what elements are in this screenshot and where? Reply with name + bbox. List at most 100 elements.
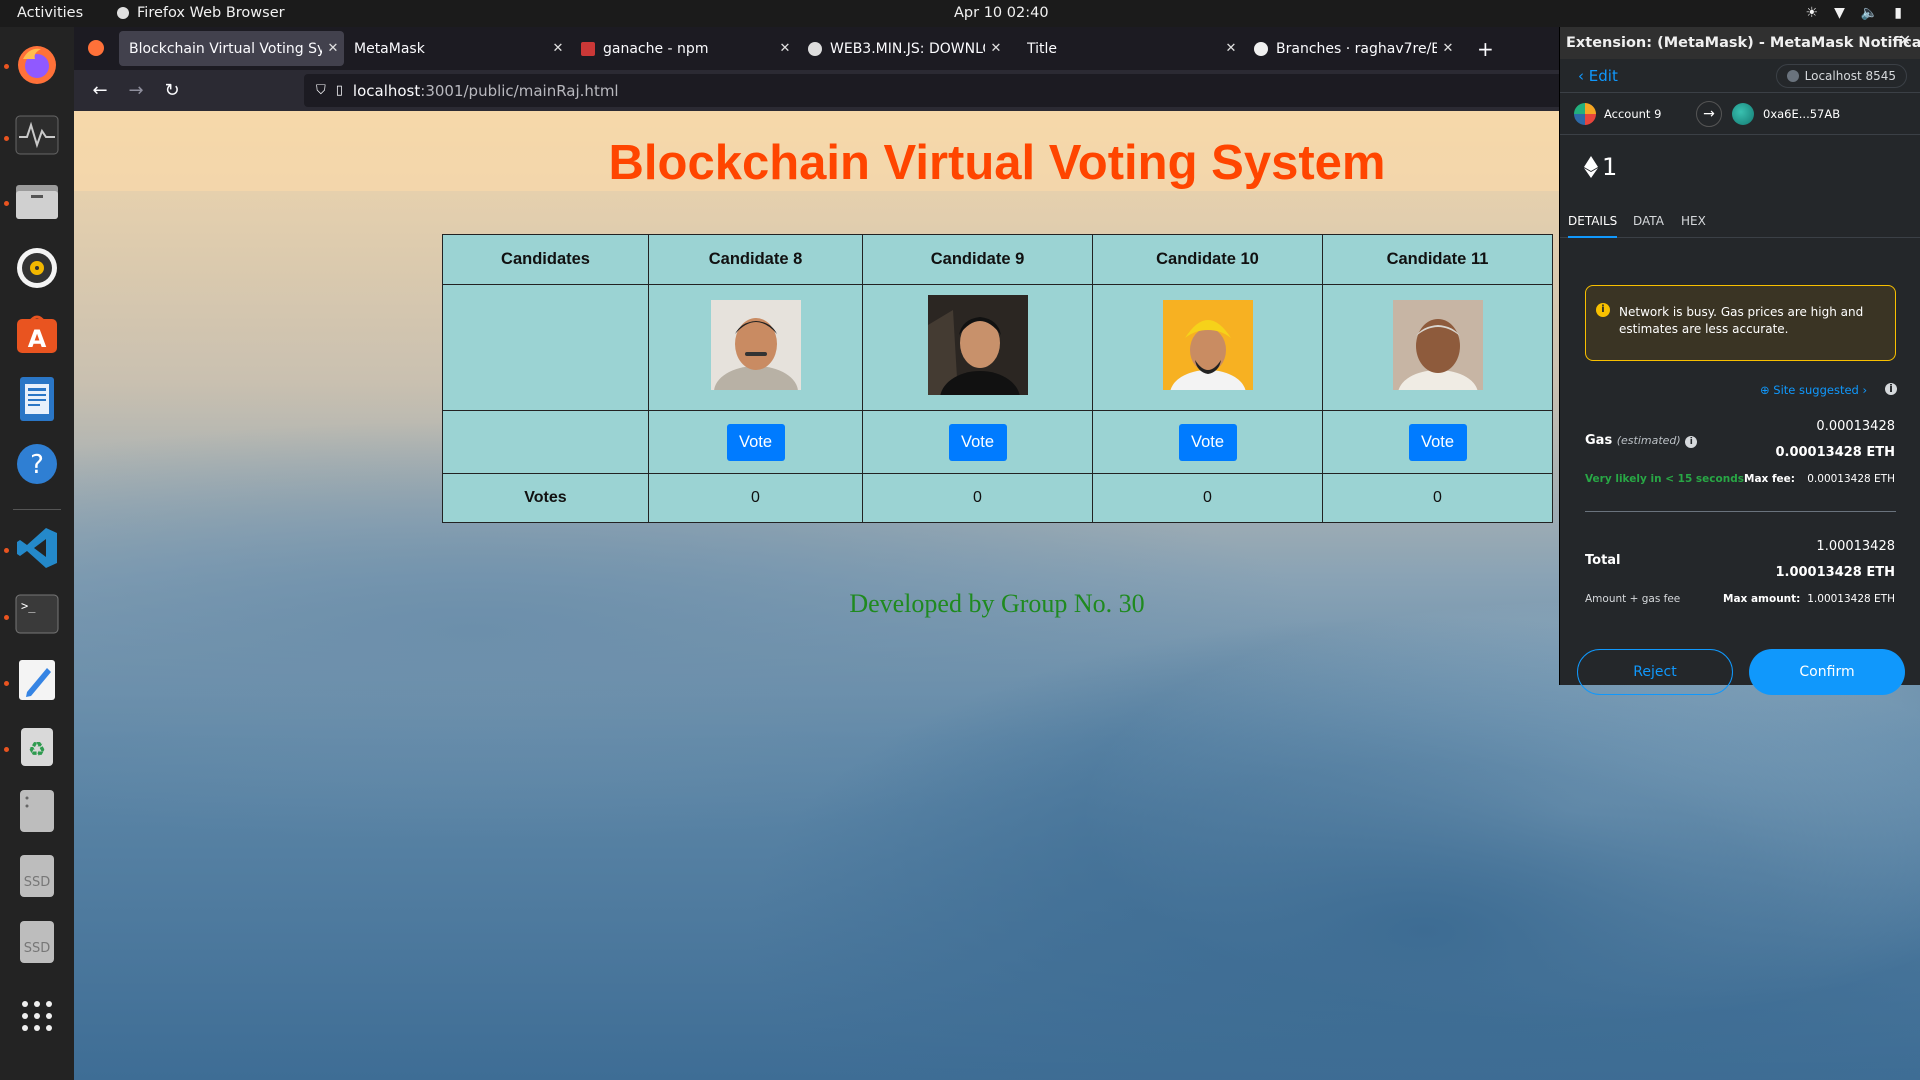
firefox-icon	[18, 46, 56, 84]
confirm-button[interactable]: Confirm	[1749, 649, 1905, 695]
close-tab-icon[interactable]: ✕	[322, 41, 344, 56]
vote-cell: Vote	[648, 410, 863, 474]
empty-cell	[442, 410, 649, 474]
info-icon[interactable]: i	[1685, 436, 1698, 448]
shield-icon[interactable]: ⛉	[316, 83, 326, 98]
dock-terminal[interactable]: >_	[11, 588, 63, 640]
close-tab-icon[interactable]: ✕	[985, 41, 1007, 56]
gas-label: Gas	[1585, 433, 1613, 448]
dock-text-editor[interactable]	[11, 654, 63, 706]
new-tab-button[interactable]: +	[1467, 31, 1507, 66]
vote-button-candidate-9[interactable]: Vote	[948, 423, 1007, 461]
close-window-icon[interactable]: ✕	[1899, 33, 1911, 49]
candidate-name: Candidate 10	[1092, 234, 1323, 285]
tab-voting[interactable]: Blockchain Virtual Voting Sys ✕	[119, 31, 344, 66]
ssd-icon: SSD	[20, 855, 54, 897]
info-icon[interactable]: i	[1885, 383, 1897, 395]
vote-button-candidate-11[interactable]: Vote	[1408, 423, 1467, 461]
web3-icon	[808, 41, 822, 56]
transaction-amount: 1	[1584, 153, 1617, 181]
system-top-bar: Activities Firefox Web Browser Apr 10 02…	[0, 0, 1920, 27]
dock-vscode[interactable]	[11, 522, 63, 574]
tab-github-branches[interactable]: Branches · raghav7re/Blo ✕	[1244, 31, 1459, 66]
activities-button[interactable]: Activities	[17, 5, 83, 21]
site-suggested-link[interactable]: ⊕ Site suggested ›	[1760, 383, 1867, 397]
firefox-view-icon[interactable]	[88, 40, 104, 56]
close-tab-icon[interactable]: ✕	[774, 41, 796, 56]
from-account[interactable]: Account 9	[1604, 107, 1661, 121]
vote-cell: Vote	[1322, 410, 1553, 474]
candidate-11-photo	[1392, 300, 1483, 390]
vote-cell: Vote	[1092, 410, 1323, 474]
url-bar[interactable]: ⛉ ▯ localhost:3001/public/mainRaj.html	[304, 74, 1654, 107]
max-amount-label: Max amount:	[1723, 593, 1801, 605]
dock: A ? >_ ♻ SSD SSD	[0, 27, 74, 1080]
reload-button[interactable]: ↻	[158, 77, 186, 105]
npm-icon	[581, 41, 595, 56]
help-icon: ?	[17, 444, 57, 484]
arrow-right-icon: →	[1696, 101, 1722, 127]
files-icon	[16, 185, 58, 219]
metamask-popup: Extension: (MetaMask) - MetaMask Notific…	[1559, 27, 1920, 695]
trash-icon: ♻	[21, 728, 53, 766]
window-title: Extension: (MetaMask) - MetaMask Notific…	[1566, 35, 1920, 51]
photo-cell	[862, 284, 1093, 411]
clock[interactable]: Apr 10 02:40	[954, 5, 1049, 21]
candidates-header: Candidates	[442, 234, 649, 285]
tab-metamask[interactable]: MetaMask ✕	[344, 31, 569, 66]
close-tab-icon[interactable]: ✕	[1220, 41, 1242, 56]
dock-system-monitor[interactable]	[11, 109, 63, 161]
volume-icon: 🔈	[1860, 5, 1879, 21]
edit-label: Edit	[1588, 67, 1618, 85]
vote-button-candidate-8[interactable]: Vote	[726, 423, 785, 461]
total-label: Total	[1585, 553, 1621, 568]
tab-details[interactable]: DETAILS	[1568, 214, 1618, 238]
edit-link[interactable]: ‹ Edit	[1578, 67, 1618, 85]
running-indicator	[4, 747, 9, 752]
app-menu[interactable]: Firefox Web Browser	[117, 5, 285, 21]
dock-rhythmbox[interactable]	[11, 242, 63, 294]
reject-button[interactable]: Reject	[1577, 649, 1733, 695]
dock-ssd-2[interactable]: SSD	[11, 916, 63, 968]
close-tab-icon[interactable]: ✕	[547, 41, 569, 56]
tab-data[interactable]: DATA	[1633, 214, 1664, 228]
dock-files[interactable]	[11, 175, 63, 227]
network-label: Localhost 8545	[1804, 69, 1896, 83]
tab-title: Branches · raghav7re/Blo	[1276, 40, 1437, 57]
tab-hex[interactable]: HEX	[1681, 214, 1706, 228]
svg-text:SSD: SSD	[24, 875, 51, 890]
dock-trash[interactable]: ♻	[11, 720, 63, 772]
dock-help[interactable]: ?	[11, 438, 63, 490]
dock-ssd-1[interactable]: SSD	[11, 850, 63, 902]
dock-writer[interactable]	[11, 373, 63, 425]
gas-label-group: Gas (estimated) i	[1585, 433, 1698, 448]
dock-drive[interactable]	[11, 785, 63, 837]
show-apps-button[interactable]	[11, 990, 63, 1042]
brightness-icon: ☀	[1805, 5, 1819, 21]
close-tab-icon[interactable]: ✕	[1437, 41, 1459, 56]
forward-button[interactable]: →	[122, 77, 150, 105]
dock-separator	[13, 509, 61, 510]
candidate-9-photo	[927, 295, 1028, 395]
tab-web3[interactable]: WEB3.MIN.JS: DOWNLOA ✕	[798, 31, 1007, 66]
app-grid-icon	[22, 1001, 52, 1031]
dock-firefox[interactable]	[11, 39, 63, 91]
max-amount-value: 1.00013428 ETH	[1807, 593, 1895, 605]
photo-cell	[1092, 284, 1323, 411]
amount-gas-fee-label: Amount + gas fee	[1585, 593, 1681, 605]
to-account[interactable]: 0xa6E...57AB	[1763, 107, 1840, 121]
tab-title-page[interactable]: Title ✕	[1017, 31, 1242, 66]
tab-ganache[interactable]: ganache - npm ✕	[571, 31, 796, 66]
warning-text: Network is busy. Gas prices are high and…	[1619, 305, 1864, 336]
back-button[interactable]: ←	[86, 77, 114, 105]
network-badge[interactable]: Localhost 8545	[1775, 64, 1907, 88]
system-tray[interactable]: ☀ ▼ 🔈 ▮	[1806, 5, 1903, 21]
text-editor-icon	[19, 660, 55, 700]
candidate-name: Candidate 9	[862, 234, 1093, 285]
tab-title: Title	[1027, 40, 1058, 57]
site-suggested-label: Site suggested	[1773, 383, 1859, 397]
plus-icon: +	[1477, 36, 1494, 61]
photo-cell	[1322, 284, 1553, 411]
dock-software[interactable]: A	[11, 307, 63, 359]
vote-button-candidate-10[interactable]: Vote	[1178, 423, 1237, 461]
